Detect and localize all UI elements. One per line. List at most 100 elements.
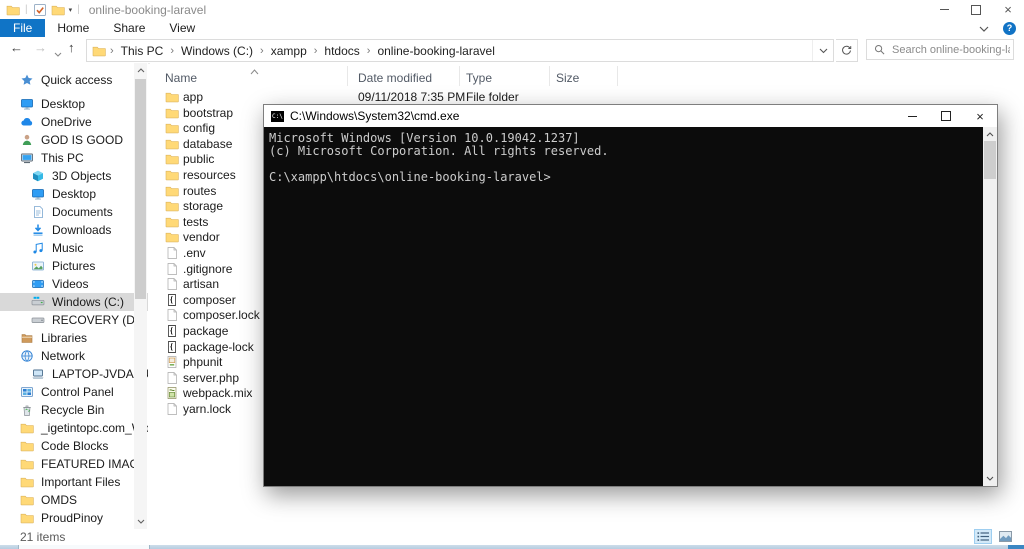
checkbox-icon[interactable] bbox=[33, 3, 47, 17]
close-button[interactable]: × bbox=[992, 0, 1024, 19]
sidebar-item-downloads[interactable]: Downloads bbox=[0, 221, 148, 239]
file-row-app[interactable]: app 09/11/2018 7:35 PM File folder bbox=[150, 89, 1024, 105]
cmd-titlebar[interactable]: C:\ C:\Windows\System32\cmd.exe × bbox=[264, 105, 997, 127]
breadcrumb-separator-icon[interactable]: › bbox=[168, 45, 176, 57]
sidebar-item-featured-image-temp[interactable]: FEATURED IMAGE TEMP bbox=[0, 455, 148, 473]
folder-icon bbox=[165, 137, 179, 151]
cmd-scrollbar-thumb[interactable] bbox=[984, 141, 996, 179]
breadcrumb-separator-icon[interactable]: › bbox=[258, 45, 266, 57]
folder-icon bbox=[92, 44, 106, 58]
cmd-scrollbar[interactable] bbox=[983, 127, 997, 486]
column-divider[interactable] bbox=[617, 66, 618, 86]
tab-file[interactable]: File bbox=[0, 19, 46, 37]
cmd-scroll-down-icon[interactable] bbox=[983, 472, 997, 485]
explorer-titlebar: | ▾ | online-booking-laravel × bbox=[0, 0, 1024, 19]
search-input[interactable] bbox=[890, 42, 1012, 57]
breadcrumb-this-pc[interactable]: This PC bbox=[118, 44, 167, 58]
address-dropdown-icon[interactable] bbox=[812, 40, 833, 61]
refresh-button[interactable] bbox=[836, 39, 858, 62]
file-name: .env bbox=[183, 245, 206, 260]
file-icon bbox=[165, 371, 179, 385]
breadcrumb-windows-c[interactable]: Windows (C:) bbox=[178, 44, 256, 58]
music-icon bbox=[31, 241, 45, 255]
scroll-down-icon[interactable] bbox=[134, 515, 147, 528]
ribbon-collapse-icon[interactable] bbox=[979, 19, 989, 37]
sidebar-item-desktop[interactable]: Desktop bbox=[0, 185, 148, 203]
column-header-type[interactable]: Type bbox=[466, 71, 492, 85]
new-folder-icon[interactable] bbox=[51, 3, 65, 17]
file-name: vendor bbox=[183, 230, 220, 245]
qat-customize-icon[interactable]: ▾ bbox=[69, 6, 73, 14]
column-header-size[interactable]: Size bbox=[556, 71, 579, 85]
help-icon[interactable]: ? bbox=[1003, 21, 1016, 35]
sidebar-item-documents[interactable]: Documents bbox=[0, 203, 148, 221]
sidebar-item-recycle-bin[interactable]: Recycle Bin bbox=[0, 401, 148, 419]
back-button[interactable]: ← bbox=[10, 40, 23, 55]
breadcrumb-separator-icon[interactable]: › bbox=[312, 45, 320, 57]
sidebar-item-3d-objects[interactable]: 3D Objects bbox=[0, 167, 148, 185]
breadcrumb-htdocs[interactable]: htdocs bbox=[321, 44, 362, 58]
column-divider[interactable] bbox=[347, 66, 348, 86]
sidebar-item-network[interactable]: Network bbox=[0, 347, 148, 365]
recent-locations-icon[interactable] bbox=[54, 45, 62, 60]
breadcrumb-xampp[interactable]: xampp bbox=[268, 44, 310, 58]
breadcrumb-separator-icon[interactable]: › bbox=[365, 45, 373, 57]
cmd-icon: C:\ bbox=[271, 110, 284, 122]
sidebar-item-music[interactable]: Music bbox=[0, 239, 148, 257]
cmd-scroll-up-icon[interactable] bbox=[983, 128, 997, 141]
address-bar[interactable]: › This PC › Windows (C:) › xampp › htdocs › onlin… bbox=[86, 39, 834, 62]
cmd-close-button[interactable]: × bbox=[963, 105, 997, 127]
sidebar-item-god-is-good[interactable]: GOD IS GOOD bbox=[0, 131, 148, 149]
cmd-output[interactable]: Microsoft Windows [Version 10.0.19042.12… bbox=[264, 127, 983, 486]
sidebar-item-label: Quick access bbox=[41, 73, 113, 87]
navigation-pane: Quick access Desktop OneDrive GOD IS GOOD Th… bbox=[0, 63, 148, 529]
sidebar-item-quick-access[interactable]: Quick access bbox=[0, 71, 148, 89]
sidebar-item-pictures[interactable]: Pictures bbox=[0, 257, 148, 275]
column-divider[interactable] bbox=[459, 66, 460, 86]
maximize-button[interactable] bbox=[960, 0, 992, 19]
details-view-button[interactable] bbox=[974, 529, 992, 544]
tab-share[interactable]: Share bbox=[101, 19, 157, 37]
sidebar-item-igetintopc-com-wonde[interactable]: _igetintopc.com_Wonde bbox=[0, 419, 148, 437]
libraries-icon bbox=[20, 331, 34, 345]
search-box[interactable] bbox=[866, 39, 1014, 60]
drive-icon bbox=[31, 313, 45, 327]
sidebar-item-code-blocks[interactable]: Code Blocks bbox=[0, 437, 148, 455]
folder-icon bbox=[20, 493, 34, 507]
forward-button[interactable]: → bbox=[34, 40, 47, 55]
scroll-up-icon[interactable] bbox=[134, 64, 147, 77]
sidebar-item-videos[interactable]: Videos bbox=[0, 275, 148, 293]
separator: | bbox=[77, 4, 80, 15]
cmd-maximize-button[interactable] bbox=[929, 105, 963, 127]
app-folder-icon bbox=[6, 3, 20, 17]
file-name: routes bbox=[183, 183, 217, 198]
minimize-button[interactable] bbox=[928, 0, 960, 19]
file-name: app bbox=[183, 90, 204, 104]
scrollbar-thumb[interactable] bbox=[135, 79, 146, 299]
tab-view[interactable]: View bbox=[157, 19, 207, 37]
sidebar-item-proudpinoy[interactable]: ProudPinoy bbox=[0, 509, 148, 527]
sidebar-item-onedrive[interactable]: OneDrive bbox=[0, 113, 148, 131]
sidebar-item-control-panel[interactable]: Control Panel bbox=[0, 383, 148, 401]
breadcrumb-online-booking-laravel[interactable]: online-booking-laravel bbox=[374, 44, 497, 58]
sidebar-item-windows-c[interactable]: Windows (C:) bbox=[0, 293, 148, 311]
sidebar-item-recovery-d[interactable]: RECOVERY (D:) bbox=[0, 311, 148, 329]
cmd-window[interactable]: C:\ C:\Windows\System32\cmd.exe × Micros… bbox=[263, 104, 998, 487]
cmd-minimize-button[interactable] bbox=[895, 105, 929, 127]
sidebar-item-this-pc[interactable]: This PC bbox=[0, 149, 148, 167]
column-header-date-modified[interactable]: Date modified bbox=[358, 71, 432, 85]
sidebar-item-laptop-jvda6u1d[interactable]: LAPTOP-JVDA6U1D bbox=[0, 365, 148, 383]
sidebar-item-omds[interactable]: OMDS bbox=[0, 491, 148, 509]
sidebar-item-important-files[interactable]: Important Files bbox=[0, 473, 148, 491]
thumbnail-view-button[interactable] bbox=[996, 529, 1014, 544]
tab-home[interactable]: Home bbox=[45, 19, 101, 37]
ribbon-tab-row: File Home Share View bbox=[0, 19, 1024, 38]
folder-icon bbox=[165, 215, 179, 229]
breadcrumb-separator-icon[interactable]: › bbox=[108, 45, 116, 57]
sidebar-item-desktop[interactable]: Desktop bbox=[0, 95, 148, 113]
sidebar-scrollbar[interactable] bbox=[134, 63, 147, 529]
sidebar-item-libraries[interactable]: Libraries bbox=[0, 329, 148, 347]
up-button[interactable]: ↑ bbox=[68, 40, 75, 55]
column-header-name[interactable]: Name bbox=[165, 71, 197, 85]
column-divider[interactable] bbox=[549, 66, 550, 86]
